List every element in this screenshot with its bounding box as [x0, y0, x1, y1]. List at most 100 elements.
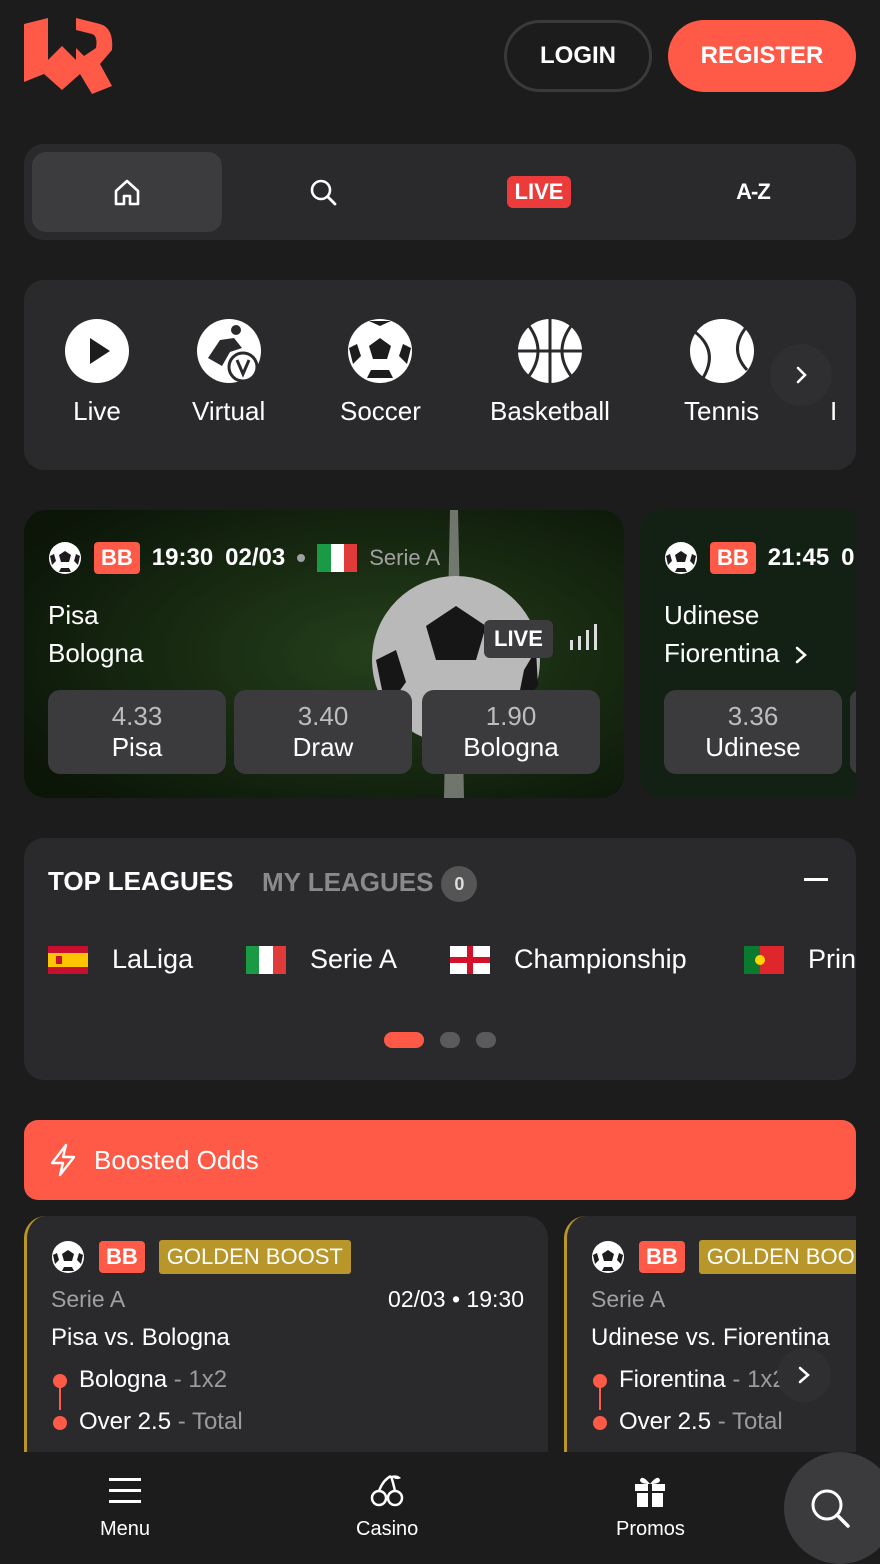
boosted-datetime: 02/03 • 19:30 [388, 1286, 524, 1312]
nav-menu[interactable]: Menu [100, 1472, 150, 1541]
sport-tennis[interactable]: Tennis [684, 318, 759, 427]
login-button[interactable]: LOGIN [504, 20, 652, 92]
collapse-icon[interactable] [804, 878, 828, 881]
league-item[interactable]: Championship [450, 944, 687, 975]
register-button[interactable]: REGISTER [668, 20, 856, 92]
home-team: Udinese [664, 600, 760, 630]
nav-promos[interactable]: Promos [616, 1472, 685, 1541]
league-name: Championship [514, 944, 687, 974]
away-team-name: Fiorentina [664, 638, 780, 668]
odds-button-draw[interactable] [850, 690, 856, 774]
selection-dot [53, 1416, 67, 1430]
tab-top-leagues[interactable]: TOP LEAGUES [48, 866, 233, 897]
boosted-selection: Over 2.5 - Total [79, 1408, 243, 1435]
golden-boost-badge: GOLDEN BOOST [158, 1240, 351, 1274]
pager-dot[interactable] [440, 1032, 460, 1048]
play-icon [65, 319, 129, 383]
tab-a-z[interactable]: A-Z [658, 152, 848, 232]
match-meta: BB 21:45 0 [664, 540, 855, 576]
gift-icon [635, 1477, 666, 1507]
odds-button-draw[interactable]: 3.40 Draw [234, 690, 412, 774]
bet-builder-badge: BB [94, 542, 140, 574]
main-tab-bar: LIVE A-Z [24, 144, 856, 240]
league-item[interactable]: Prin [744, 944, 856, 975]
boosted-match: Udinese vs. Fiorentina [591, 1324, 830, 1351]
sport-basketball[interactable]: Basketball [490, 318, 610, 427]
odds-label: Udinese [705, 732, 801, 762]
italy-flag-icon [317, 544, 358, 572]
match-card[interactable]: BB 21:45 0 Udinese Fiorentina 3.36 Udine… [640, 510, 856, 798]
boosted-odds-title: Boosted Odds [94, 1144, 259, 1175]
tab-home[interactable] [32, 152, 222, 232]
my-leagues-count: 0 [441, 866, 478, 902]
match-time: 21:45 [767, 544, 830, 571]
virtual-soccer-icon [196, 319, 261, 383]
boosted-card-meta: BB GOLDEN BOOS [591, 1240, 856, 1274]
boosted-league: Serie A [51, 1286, 126, 1312]
pager-dot-active[interactable] [384, 1032, 424, 1048]
tab-live[interactable]: LIVE [444, 152, 634, 232]
soccer-ball-icon [49, 542, 81, 574]
sport-label: Virtual [192, 396, 266, 426]
brand-logo-icon[interactable] [22, 16, 114, 96]
sport-label: Live [73, 396, 121, 426]
tab-search[interactable] [228, 152, 418, 232]
selection-connector [599, 1386, 601, 1410]
soccer-ball-icon [348, 319, 413, 383]
sport-soccer[interactable]: Soccer [340, 318, 421, 427]
odds-value: 3.36 [727, 701, 779, 731]
search-icon [310, 179, 337, 206]
chevron-right-icon [795, 646, 807, 664]
match-time: 19:30 [151, 544, 214, 571]
portugal-flag-icon [744, 945, 784, 974]
basketball-icon [517, 319, 582, 383]
boosted-odds-header[interactable]: Boosted Odds [24, 1120, 856, 1200]
match-league: Serie A [369, 545, 441, 570]
soccer-ball-icon [592, 1241, 624, 1273]
boosted-next-button[interactable] [777, 1348, 831, 1402]
header: LOGIN REGISTER [0, 0, 880, 112]
league-name: LaLiga [112, 944, 194, 974]
selection-connector [59, 1386, 61, 1410]
cherries-icon [370, 1474, 404, 1507]
live-label: LIVE [506, 176, 572, 208]
odds-button-home[interactable]: 4.33 Pisa [48, 690, 226, 774]
sport-live[interactable]: Live [64, 318, 130, 427]
bottom-navigation: Menu Casino Promos [0, 1452, 880, 1564]
sport-label: Soccer [340, 396, 421, 426]
away-team: Bologna [48, 638, 144, 668]
nav-label: Promos [616, 1518, 685, 1540]
tab-my-leagues[interactable]: MY LEAGUES 0 [262, 866, 478, 902]
spain-flag-icon [48, 945, 88, 974]
odds-button-home[interactable]: 3.36 Udinese [664, 690, 842, 774]
home-icon [114, 179, 140, 206]
league-name: Prin [808, 944, 856, 974]
england-flag-icon [450, 945, 490, 974]
sport-virtual[interactable]: Virtual [192, 318, 265, 427]
league-item[interactable]: LaLiga [48, 944, 193, 975]
odds-value: 1.90 [485, 701, 537, 731]
chevron-right-icon [798, 1366, 810, 1384]
home-team: Pisa [48, 600, 99, 630]
menu-icon [109, 1478, 142, 1503]
signal-bars-icon [570, 624, 597, 650]
sport-partial[interactable]: I [830, 396, 837, 427]
boosted-league: Serie A [591, 1286, 666, 1312]
nav-casino[interactable]: Casino [356, 1472, 418, 1541]
odds-button-away[interactable]: 1.90 Bologna [422, 690, 600, 774]
odds-label: Draw [292, 732, 354, 762]
soccer-ball-icon [665, 542, 697, 574]
odds-label: Pisa [111, 732, 163, 762]
nav-label: Casino [356, 1518, 419, 1540]
match-card[interactable]: BB 19:30 02/03 Serie A Pisa Bologna LIVE… [24, 510, 624, 798]
bet-builder-badge: BB [639, 1241, 685, 1273]
boosted-selection: Bologna - 1x2 [79, 1366, 228, 1393]
sports-next-button[interactable] [770, 344, 832, 406]
boosted-match: Pisa vs. Bologna [51, 1324, 230, 1351]
pager-dot[interactable] [476, 1032, 496, 1048]
sport-label: Basketball [490, 396, 610, 426]
soccer-ball-icon [52, 1241, 84, 1273]
nav-label: Menu [100, 1518, 151, 1540]
tennis-ball-icon [689, 319, 754, 383]
league-item[interactable]: Serie A [246, 944, 397, 975]
